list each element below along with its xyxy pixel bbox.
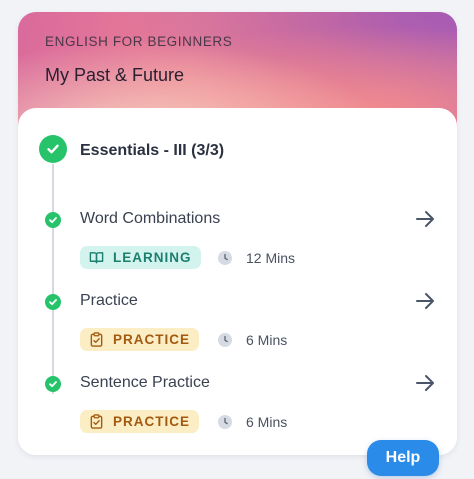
check-circle-icon: [45, 212, 61, 228]
course-card: ENGLISH FOR BEGINNERS My Past & Future E…: [18, 12, 457, 455]
badge-label: LEARNING: [113, 250, 192, 265]
check-circle-icon: [39, 135, 67, 163]
help-button[interactable]: Help: [367, 440, 439, 476]
course-title: My Past & Future: [45, 65, 185, 85]
course-category: ENGLISH FOR BEGINNERS: [45, 34, 233, 49]
duration-text: 6 Mins: [246, 414, 288, 430]
duration-text: 6 Mins: [246, 332, 288, 348]
check-circle-icon: [45, 376, 61, 392]
arrow-right-icon[interactable]: [414, 290, 436, 312]
arrow-right-icon[interactable]: [414, 372, 436, 394]
lesson-type-badge: LEARNING: [80, 246, 201, 269]
lesson-title: Sentence Practice: [80, 374, 210, 391]
badge-label: PRACTICE: [113, 332, 191, 347]
lesson-duration: 12 Mins: [218, 250, 295, 266]
lesson-duration: 6 Mins: [218, 332, 287, 348]
lesson-panel: Essentials - III (3/3) Word Combinations: [18, 108, 457, 455]
lesson-title: Practice: [80, 292, 138, 309]
lesson-type-badge: PRACTICE: [80, 410, 200, 433]
clock-icon: [218, 333, 232, 347]
section-title: Essentials - III (3/3): [80, 142, 225, 159]
lesson-item-practice[interactable]: Practice PRACTICE 6 Mins: [18, 289, 457, 359]
clipboard-check-icon: [89, 332, 104, 347]
lesson-duration: 6 Mins: [218, 414, 287, 430]
badge-label: PRACTICE: [113, 414, 191, 429]
clock-icon: [218, 415, 232, 429]
book-open-icon: [89, 250, 104, 265]
arrow-right-icon[interactable]: [414, 208, 436, 230]
duration-text: 12 Mins: [246, 250, 296, 266]
lesson-title: Word Combinations: [80, 210, 221, 227]
timeline-line: [52, 164, 54, 394]
clock-icon: [218, 251, 232, 265]
check-circle-icon: [45, 294, 61, 310]
lesson-type-badge: PRACTICE: [80, 328, 200, 351]
clipboard-check-icon: [89, 414, 104, 429]
lesson-item-word-combinations[interactable]: Word Combinations LEARNING 12 Mins: [18, 207, 457, 277]
lesson-item-sentence-practice[interactable]: Sentence Practice PRACTICE 6 Mins: [18, 371, 457, 441]
